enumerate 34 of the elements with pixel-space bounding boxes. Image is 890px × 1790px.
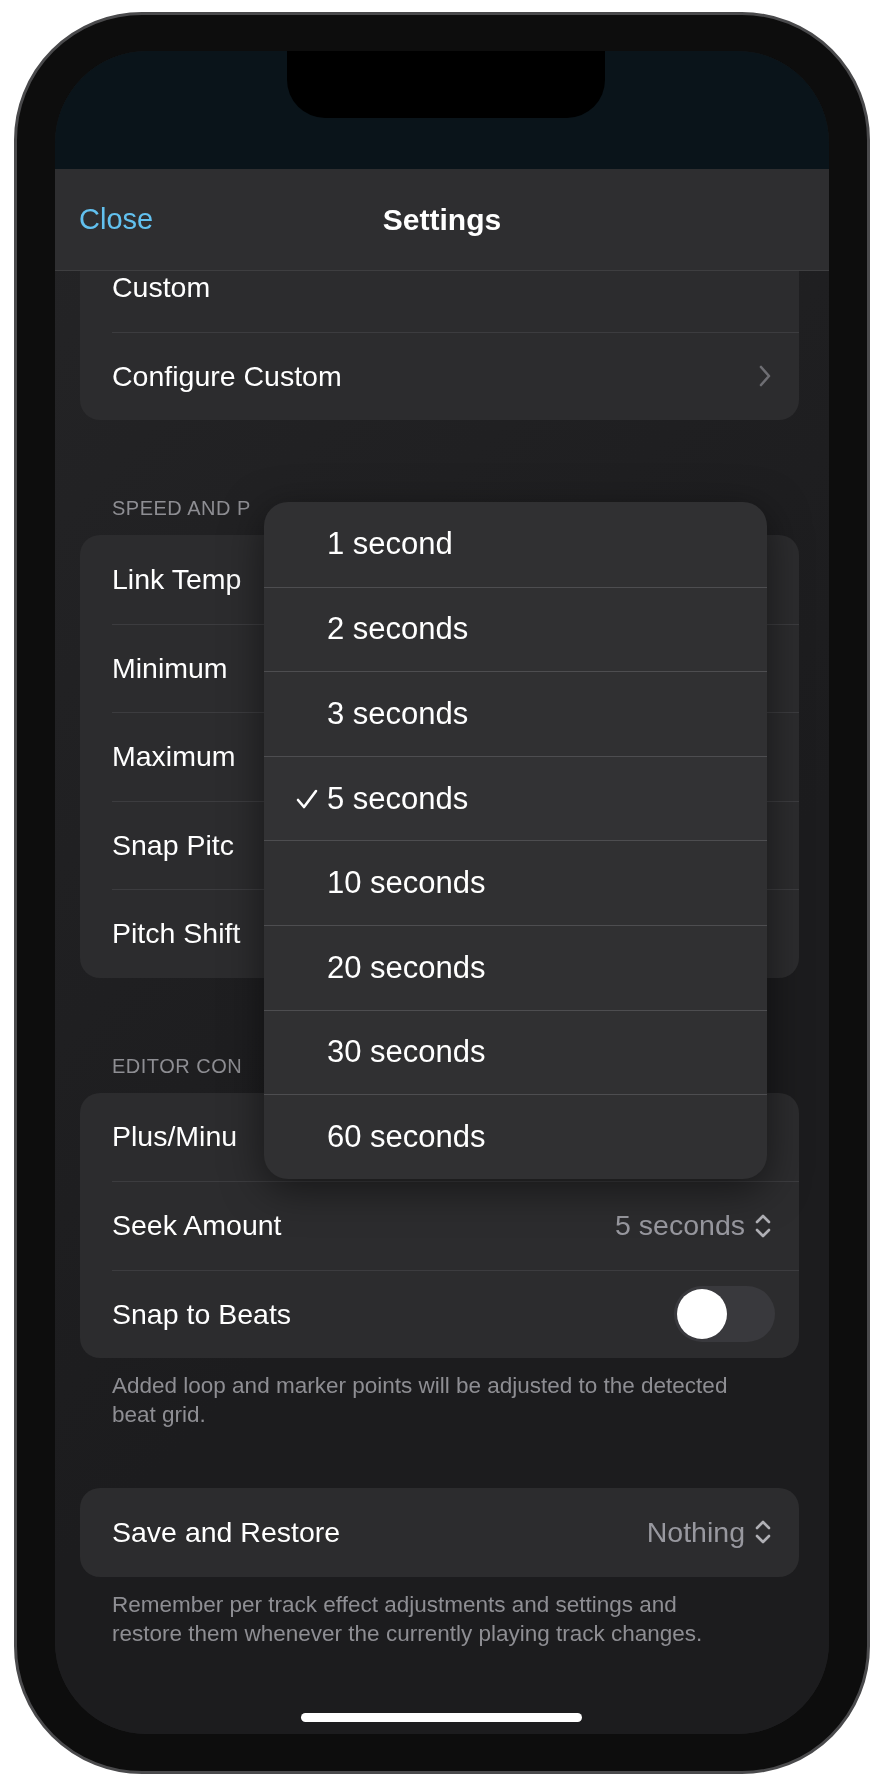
- menu-option[interactable]: 30 seconds: [264, 1009, 767, 1095]
- menu-option[interactable]: 60 seconds: [264, 1094, 767, 1179]
- menu-option[interactable]: 3 seconds: [264, 671, 767, 756]
- row-label: Maximum: [112, 740, 236, 774]
- row-label: Pitch Shift: [112, 917, 241, 951]
- row-value: Nothing: [646, 1515, 745, 1549]
- close-button[interactable]: Close: [79, 203, 154, 236]
- section-header: EDITOR CON: [111, 1053, 243, 1079]
- up-down-chevron-icon: [755, 1519, 771, 1546]
- menu-option[interactable]: 2 seconds: [264, 586, 767, 672]
- row-label: Configure Custom: [112, 359, 342, 393]
- screen-title: Settings: [382, 202, 502, 237]
- row-value: 5 seconds: [615, 1209, 745, 1243]
- section-footnote: Remember per track effect adjustments and settings and restore them whenever the currently playing track changes.: [111, 1590, 704, 1648]
- row-label: Plus/Minu: [112, 1120, 238, 1154]
- up-down-chevron-icon: [755, 1212, 771, 1239]
- menu-option[interactable]: 5 seconds: [264, 755, 767, 841]
- row-label: Link Temp: [112, 562, 242, 596]
- row-label: Save and Restore: [112, 1515, 341, 1549]
- chevron-right-icon: [759, 365, 771, 388]
- row-label: Snap Pitc: [112, 828, 234, 862]
- row-label: Snap to Beats: [112, 1297, 292, 1331]
- menu-option[interactable]: 10 seconds: [264, 840, 767, 925]
- settings-row[interactable]: Seek Amount 5 seconds: [112, 1181, 799, 1270]
- settings-row[interactable]: Configure Custom: [112, 331, 799, 420]
- settings-row[interactable]: Save and Restore Nothing: [112, 1488, 799, 1577]
- section-footnote: Added loop and marker points will be adjusted to the detected beat grid.: [111, 1372, 729, 1429]
- section-header: SPEED AND P: [111, 496, 251, 521]
- menu-option[interactable]: 20 seconds: [264, 924, 767, 1010]
- row-label: Minimum: [112, 651, 228, 685]
- row-label: Seek Amount: [112, 1209, 282, 1243]
- menu-option[interactable]: 1 second: [264, 502, 767, 587]
- row-label: Custom: [112, 270, 211, 304]
- settings-row[interactable]: Snap to Beats: [112, 1269, 799, 1358]
